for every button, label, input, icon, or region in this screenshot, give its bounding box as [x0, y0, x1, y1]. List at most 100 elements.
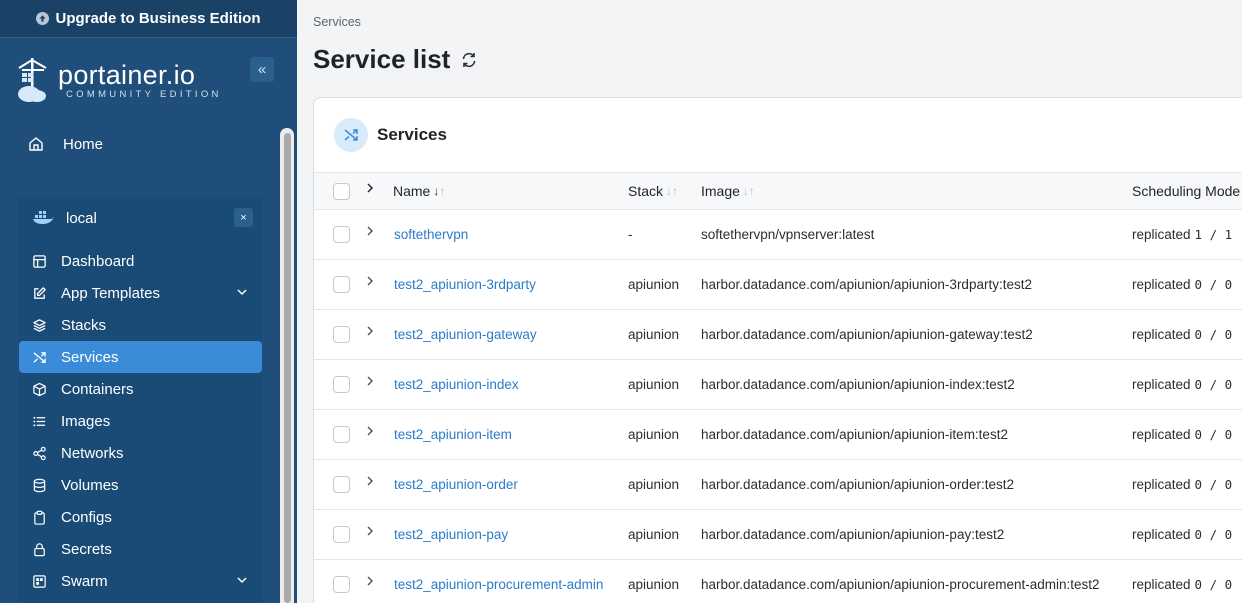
- column-header-name[interactable]: Name ↓↑: [393, 183, 445, 199]
- service-name-link[interactable]: softethervpn: [394, 227, 468, 242]
- chevron-down-icon[interactable]: [236, 573, 248, 590]
- service-name-link[interactable]: test2_apiunion-index: [394, 377, 519, 392]
- sidebar-item-dashboard[interactable]: Dashboard: [19, 245, 262, 277]
- table-row: test2_apiunion-pay apiunion harbor.datad…: [314, 510, 1242, 560]
- expand-row-chevron-icon[interactable]: [365, 325, 375, 340]
- card-title: Services: [377, 125, 447, 144]
- row-checkbox[interactable]: [333, 476, 350, 493]
- page-title: Service list: [313, 44, 478, 75]
- close-environment-button[interactable]: ×: [234, 208, 253, 227]
- sidebar-scrollbar-thumb[interactable]: [284, 133, 291, 603]
- table-row: test2_apiunion-index apiunion harbor.dat…: [314, 360, 1242, 410]
- service-name-link[interactable]: test2_apiunion-gateway: [394, 327, 537, 342]
- collapse-sidebar-button[interactable]: «: [250, 57, 274, 82]
- expand-all-chevron-icon[interactable]: [365, 182, 375, 197]
- row-checkbox[interactable]: [333, 526, 350, 543]
- chevrons-left-icon: «: [257, 61, 267, 78]
- sidebar-item-images[interactable]: Images: [19, 405, 262, 437]
- service-image: harbor.datadance.com/apiunion/apiunion-p…: [701, 527, 1005, 542]
- sidebar-item-label: Configs: [61, 508, 112, 526]
- shuffle-icon: [31, 349, 47, 365]
- home-icon: [29, 137, 43, 151]
- mode-label: replicated: [1132, 327, 1191, 342]
- sidebar-item-label: Home: [63, 135, 104, 153]
- column-header-scheduling-mode[interactable]: Scheduling Mode: [1132, 183, 1240, 199]
- service-stack: apiunion: [628, 277, 680, 292]
- service-name-link[interactable]: test2_apiunion-procurement-admin: [394, 577, 603, 592]
- portainer-logo[interactable]: portainer.io COMMUNITY EDITION: [16, 56, 222, 104]
- sidebar-item-configs[interactable]: Configs: [19, 501, 262, 533]
- service-stack: apiunion: [628, 527, 680, 542]
- upgrade-banner[interactable]: Upgrade to Business Edition: [0, 0, 297, 38]
- service-image: softethervpn/vpnserver:latest: [701, 227, 875, 242]
- expand-row-chevron-icon[interactable]: [365, 475, 375, 490]
- sidebar-item-app-templates[interactable]: App Templates: [19, 277, 262, 309]
- row-checkbox[interactable]: [333, 226, 350, 243]
- row-checkbox[interactable]: [333, 576, 350, 593]
- column-header-image[interactable]: Image ↓↑: [701, 183, 755, 199]
- table-row: test2_apiunion-procurement-admin apiunio…: [314, 560, 1242, 603]
- sidebar-item-networks[interactable]: Networks: [19, 437, 262, 469]
- sidebar-item-secrets[interactable]: Secrets: [19, 533, 262, 565]
- service-name-link[interactable]: test2_apiunion-order: [394, 477, 518, 492]
- service-stack: apiunion: [628, 577, 680, 592]
- sidebar: Upgrade to Business Edition portainer.io…: [0, 0, 297, 603]
- card-header: Services: [334, 118, 447, 152]
- replica-count: 0 / 0: [1194, 577, 1233, 592]
- scheduling-mode: replicated 0 / 0: [1132, 277, 1232, 292]
- service-image: harbor.datadance.com/apiunion/apiunion-i…: [701, 427, 1008, 442]
- service-stack: apiunion: [628, 477, 680, 492]
- sidebar-item-swarm[interactable]: Swarm: [19, 565, 262, 597]
- select-all-checkbox[interactable]: [333, 183, 350, 200]
- expand-row-chevron-icon[interactable]: [365, 575, 375, 590]
- replica-count: 0 / 0: [1194, 327, 1233, 342]
- replica-count: 0 / 0: [1194, 527, 1233, 542]
- sidebar-item-label: Dashboard: [61, 252, 135, 270]
- expand-row-chevron-icon[interactable]: [365, 275, 375, 290]
- replica-count: 0 / 0: [1194, 377, 1233, 392]
- sidebar-item-services[interactable]: Services: [19, 341, 262, 373]
- sidebar-item-stacks[interactable]: Stacks: [19, 309, 262, 341]
- sort-icon: ↓↑: [666, 184, 679, 198]
- expand-row-chevron-icon[interactable]: [365, 525, 375, 540]
- table-row: test2_apiunion-gateway apiunion harbor.d…: [314, 310, 1242, 360]
- scheduling-mode: replicated 0 / 0: [1132, 327, 1232, 342]
- service-stack: apiunion: [628, 377, 680, 392]
- sidebar-item-home[interactable]: Home: [28, 130, 103, 158]
- scheduling-mode: replicated 0 / 0: [1132, 427, 1232, 442]
- row-checkbox[interactable]: [333, 376, 350, 393]
- replica-count: 1 / 1: [1194, 227, 1233, 242]
- refresh-icon[interactable]: [460, 51, 478, 69]
- docker-icon: [33, 211, 54, 224]
- sort-icon: ↓↑: [742, 184, 755, 198]
- sidebar-item-label: Services: [61, 348, 119, 366]
- environment-menu: Dashboard App Templates Stacks Services …: [19, 245, 262, 597]
- sidebar-item-containers[interactable]: Containers: [19, 373, 262, 405]
- sidebar-item-label: Volumes: [61, 476, 119, 494]
- mode-label: replicated: [1132, 477, 1191, 492]
- table-row: softethervpn - softethervpn/vpnserver:la…: [314, 210, 1242, 260]
- box-icon: [31, 381, 47, 397]
- scheduling-mode: replicated 0 / 0: [1132, 527, 1232, 542]
- mode-label: replicated: [1132, 527, 1191, 542]
- column-label: Scheduling Mode: [1132, 183, 1241, 199]
- service-name-link[interactable]: test2_apiunion-item: [394, 427, 512, 442]
- service-name-link[interactable]: test2_apiunion-pay: [394, 527, 508, 542]
- arrow-up-circle-icon: [36, 12, 50, 25]
- service-name-link[interactable]: test2_apiunion-3rdparty: [394, 277, 536, 292]
- row-checkbox[interactable]: [333, 326, 350, 343]
- close-icon: ×: [240, 211, 247, 224]
- service-stack: -: [628, 227, 633, 242]
- expand-row-chevron-icon[interactable]: [365, 375, 375, 390]
- grid-icon: [31, 573, 47, 589]
- row-checkbox[interactable]: [333, 276, 350, 293]
- chevron-down-icon[interactable]: [236, 285, 248, 302]
- expand-row-chevron-icon[interactable]: [365, 425, 375, 440]
- main-content: Services Service list Services Name ↓↑ S…: [297, 0, 1242, 603]
- replica-count: 0 / 0: [1194, 427, 1233, 442]
- row-checkbox[interactable]: [333, 426, 350, 443]
- column-header-stack[interactable]: Stack ↓↑: [628, 183, 678, 199]
- sidebar-item-volumes[interactable]: Volumes: [19, 469, 262, 501]
- environment-header[interactable]: local: [32, 205, 97, 231]
- expand-row-chevron-icon[interactable]: [365, 225, 375, 240]
